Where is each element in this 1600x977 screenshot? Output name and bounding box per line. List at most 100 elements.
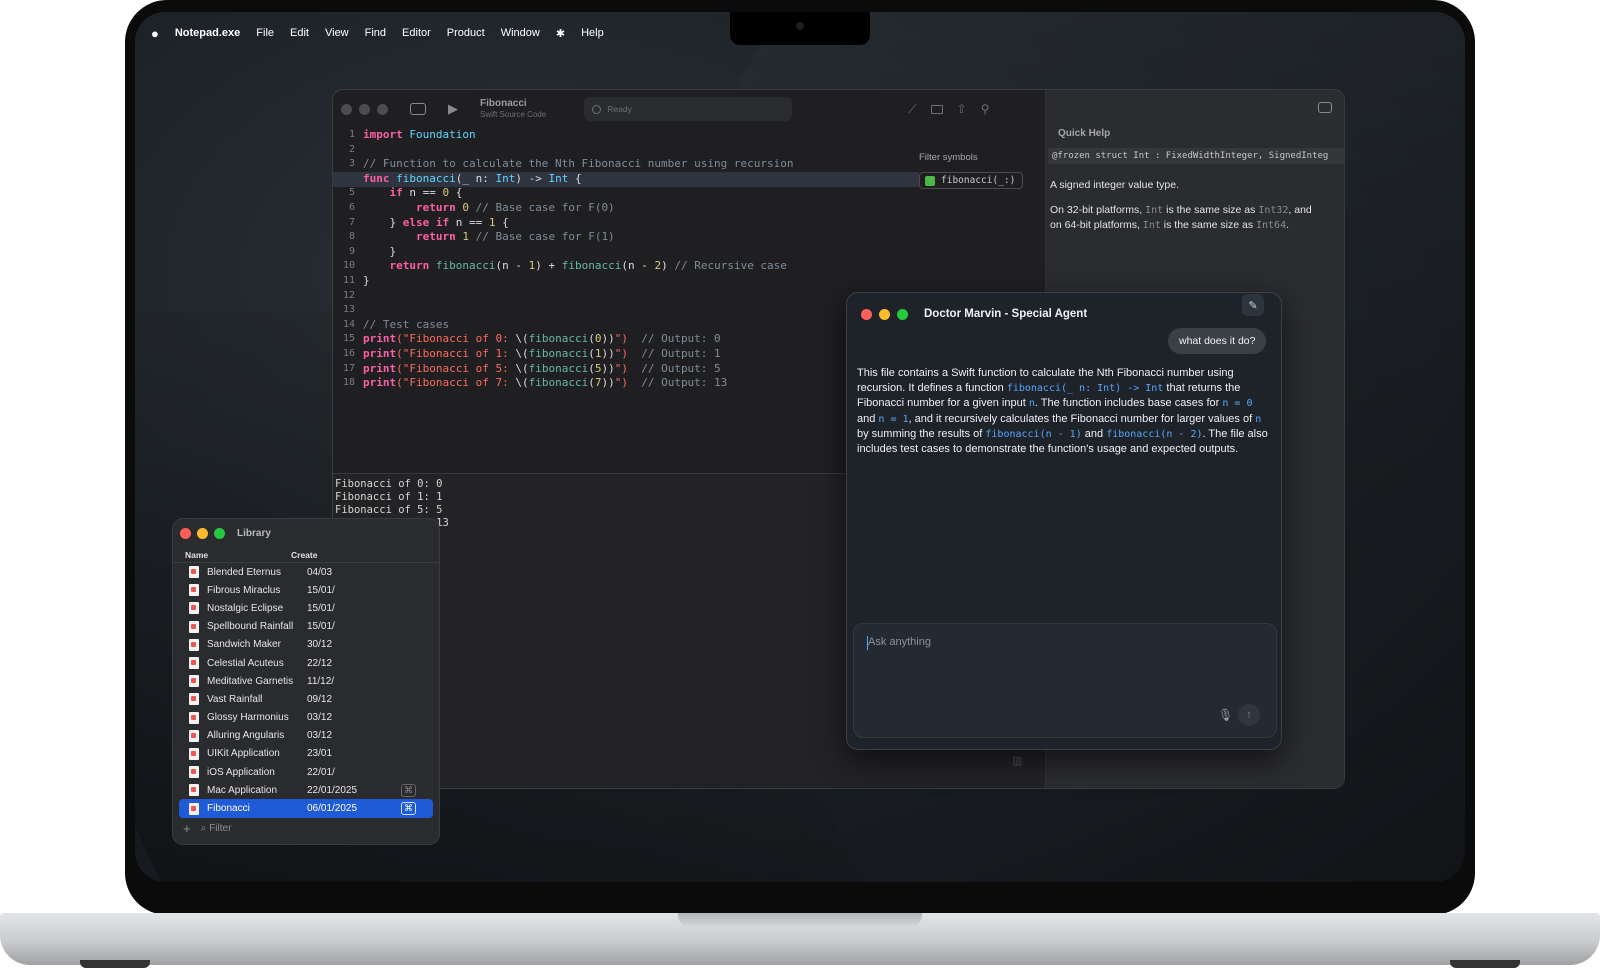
menu-file[interactable]: File xyxy=(256,27,274,39)
menu-editor[interactable]: Editor xyxy=(402,27,431,39)
menu-app-name[interactable]: Notepad.exe xyxy=(175,27,240,39)
code-token: ") xyxy=(614,361,628,375)
code-token: n == xyxy=(402,186,443,200)
menu-help[interactable]: Help xyxy=(581,27,604,39)
symbol-item[interactable]: fibonacci(_:) xyxy=(919,172,1023,189)
library-row[interactable]: Meditative Garnetis 11/12/ xyxy=(173,672,439,690)
project-badge-icon[interactable]: ⌘ xyxy=(401,783,416,797)
library-row[interactable]: Celestial Acuteus 22/12 xyxy=(173,654,439,672)
run-icon[interactable]: ▶ xyxy=(448,101,458,117)
library-item-name: Celestial Acuteus xyxy=(207,657,284,669)
library-row[interactable]: Alluring Angularis 03/12 xyxy=(173,727,439,745)
filter-input[interactable]: Filter xyxy=(209,823,231,834)
discussion-code: Int64 xyxy=(1255,220,1287,231)
library-row[interactable]: Spellbound Rainfall 15/01/ xyxy=(173,618,439,636)
code-editor[interactable]: import Foundation // Function to calculat… xyxy=(363,128,923,488)
project-badge-icon[interactable]: ⌘ xyxy=(401,802,416,816)
chat-input[interactable]: Ask anything xyxy=(868,636,931,648)
code-token: { xyxy=(568,171,582,185)
close-button[interactable] xyxy=(861,308,872,320)
menu-view[interactable]: View xyxy=(325,27,349,39)
line-number: 8 xyxy=(348,231,355,243)
code-token: } xyxy=(363,215,403,229)
code-token: ") xyxy=(614,332,628,346)
library-row[interactable]: Fibonacci 06/01/2025 ⌘ xyxy=(179,799,433,818)
agent-response: This file contains a Swift function to c… xyxy=(857,366,1271,457)
file-type: Swift Source Code xyxy=(480,110,547,119)
code-token: )) xyxy=(601,332,615,346)
library-item-date: 09/12 xyxy=(307,693,333,705)
library-row[interactable]: Mac Application 22/01/2025 ⌘ xyxy=(173,781,439,799)
menu-find[interactable]: Find xyxy=(365,27,386,39)
close-button[interactable] xyxy=(341,103,352,115)
function-icon xyxy=(925,175,935,186)
minimize-button[interactable] xyxy=(197,527,208,539)
column-name[interactable]: Name xyxy=(173,550,291,560)
library-titlebar: Library xyxy=(173,519,439,547)
bug-icon[interactable]: ✱ xyxy=(556,27,565,40)
magic-wand-icon[interactable]: ⟋ xyxy=(908,102,916,117)
new-chat-icon[interactable]: ✎ xyxy=(1242,294,1264,316)
code-token: fibonacci xyxy=(528,376,589,390)
line-number: 1 xyxy=(348,129,355,140)
code-line: print("Fibonacci of 7: \(fibonacci(7))")… xyxy=(363,376,923,391)
column-created[interactable]: Create xyxy=(291,550,317,560)
filter-symbols-label: Filter symbols xyxy=(919,152,978,163)
apple-icon[interactable]: ● xyxy=(151,26,159,41)
microphone-icon[interactable]: 🎙︎ xyxy=(1218,708,1233,722)
image-icon[interactable] xyxy=(930,104,943,114)
code-token: ") xyxy=(614,346,628,360)
line-number: 11 xyxy=(342,274,355,286)
zoom-button[interactable] xyxy=(214,527,225,539)
sidebar-toggle-icon[interactable] xyxy=(410,103,426,115)
share-icon[interactable]: ⇧ xyxy=(957,102,967,116)
code-token: import xyxy=(363,128,403,141)
chat-input-box[interactable]: Ask anything 🎙︎ ↑ xyxy=(853,623,1277,738)
zoom-button[interactable] xyxy=(377,103,388,115)
code-line: func fibonacci(_ n: Int) -> Int { xyxy=(363,172,923,187)
library-item-date: 30/12 xyxy=(307,639,333,651)
library-row[interactable]: Vast Rainfall 09/12 xyxy=(173,690,439,708)
chat-titlebar: Doctor Marvin - Special Agent xyxy=(847,293,1281,320)
library-row[interactable]: Glossy Harmonius 03/12 xyxy=(173,709,439,727)
library-row[interactable]: Nostalgic Eclipse 15/01/ xyxy=(173,599,439,617)
library-row[interactable]: iOS Application 22/01/ xyxy=(173,763,439,781)
code-token: fibonacci xyxy=(561,259,622,273)
search-icon: ⌕ xyxy=(200,823,207,834)
code-line: import Foundation xyxy=(363,128,923,143)
add-icon[interactable]: + xyxy=(183,821,191,836)
library-row[interactable]: Fibrous Miraclus 15/01/ xyxy=(173,581,439,599)
pin-icon[interactable]: ⚲ xyxy=(981,102,990,116)
code-token: n == xyxy=(449,215,489,229)
swift-file-icon xyxy=(189,802,199,815)
library-item-name: Mac Application xyxy=(207,784,278,796)
inspector-toggle-icon[interactable] xyxy=(1318,102,1332,113)
menu-edit[interactable]: Edit xyxy=(290,27,309,39)
library-row[interactable]: Blended Eternus 04/03 xyxy=(173,563,439,581)
chat-title: Doctor Marvin - Special Agent xyxy=(924,308,1088,320)
send-button[interactable]: ↑ xyxy=(1238,704,1260,726)
line-number: 16 xyxy=(342,347,355,359)
code-token: // Function to calculate the Nth Fibonac… xyxy=(363,157,794,171)
library-row[interactable]: UIKit Application 23/01 xyxy=(173,745,439,763)
code-token: print xyxy=(363,361,397,375)
trash-icon[interactable]: ▥ xyxy=(1012,754,1022,767)
agent-chat-window: Doctor Marvin - Special Agent ✎ what doe… xyxy=(846,292,1282,750)
laptop-opening-notch xyxy=(678,913,922,927)
code-token: \( xyxy=(515,376,529,390)
menu-product[interactable]: Product xyxy=(447,27,485,39)
close-button[interactable] xyxy=(180,527,191,539)
zoom-button[interactable] xyxy=(897,308,908,320)
menu-window[interactable]: Window xyxy=(501,27,540,39)
code-token: // Base case for F(0) xyxy=(475,200,615,214)
library-item-date: 06/01/2025 xyxy=(307,803,358,815)
code-token: // Output: 1 xyxy=(641,346,721,360)
line-number: 3 xyxy=(348,158,355,170)
code-token: ("Fibonacci of 7: xyxy=(396,376,516,390)
minimize-button[interactable] xyxy=(879,308,890,320)
menu-bar: ● Notepad.exe File Edit View Find Editor… xyxy=(135,22,1465,44)
minimize-button[interactable] xyxy=(359,103,370,115)
library-row[interactable]: Sandwich Maker 30/12 xyxy=(173,636,439,654)
